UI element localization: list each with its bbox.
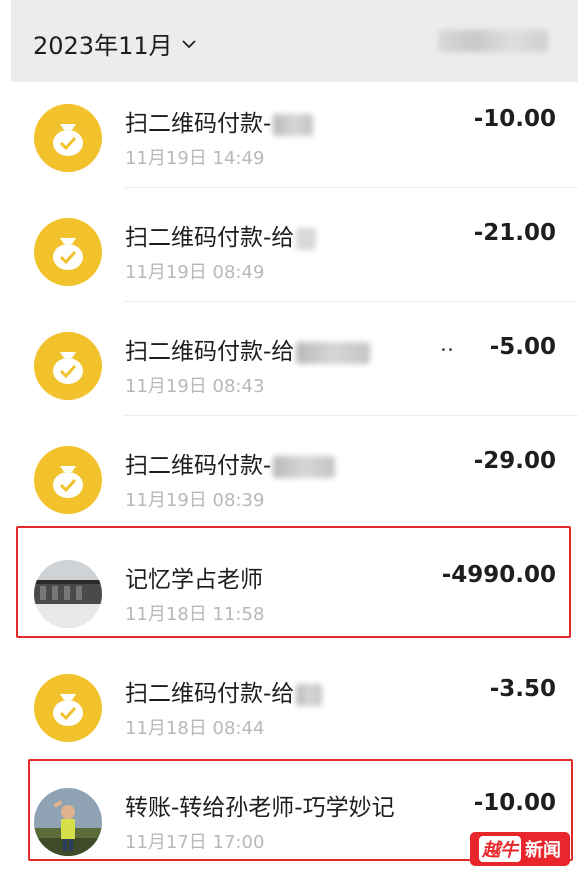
blurred-name bbox=[296, 341, 371, 364]
blurred-name bbox=[273, 455, 336, 478]
transaction-amount: -21.00 bbox=[473, 220, 556, 246]
chevron-down-icon bbox=[181, 39, 196, 48]
transaction-amount: -10.00 bbox=[473, 106, 556, 132]
trailing-dots: .. bbox=[440, 332, 454, 357]
highlight-box bbox=[16, 526, 571, 638]
transaction-title: 扫二维码付款-给 bbox=[125, 674, 323, 708]
transaction-amount: -29.00 bbox=[473, 448, 556, 474]
transaction-time: 11月19日 08:39 bbox=[125, 490, 265, 511]
transaction-time: 11月19日 08:43 bbox=[125, 376, 265, 397]
money-bag-icon bbox=[34, 218, 102, 286]
money-bag-icon bbox=[34, 332, 102, 400]
transaction-time: 11月19日 08:49 bbox=[125, 262, 265, 283]
transaction-row[interactable]: 扫二维码付款-给 11月19日 08:49 -21.00 bbox=[0, 188, 586, 302]
transaction-amount: -5.00 bbox=[489, 334, 556, 360]
transaction-row[interactable]: 扫二维码付款- 11月19日 14:49 -10.00 bbox=[0, 74, 586, 188]
money-bag-icon bbox=[34, 446, 102, 514]
month-label: 2023年11月 bbox=[33, 32, 173, 60]
transaction-amount: -3.50 bbox=[489, 676, 556, 702]
transaction-title: 扫二维码付款- bbox=[125, 446, 336, 480]
blurred-name bbox=[296, 683, 323, 706]
money-bag-icon bbox=[34, 104, 102, 172]
transaction-row[interactable]: 扫二维码付款-给 .. 11月19日 08:43 -5.00 bbox=[0, 302, 586, 416]
blurred-name bbox=[273, 113, 314, 136]
transaction-row[interactable]: 扫二维码付款-给 11月18日 08:44 -3.50 bbox=[0, 644, 586, 758]
watermark-label: 新闻 bbox=[525, 840, 561, 861]
transaction-time: 11月19日 14:49 bbox=[125, 148, 265, 169]
month-selector[interactable]: 2023年11月 bbox=[33, 26, 197, 61]
header-bar: 2023年11月 bbox=[11, 0, 578, 82]
transaction-row[interactable]: 扫二维码付款- 11月19日 08:39 -29.00 bbox=[0, 416, 586, 530]
news-watermark: 越牛 新闻 bbox=[470, 832, 570, 866]
blurred-summary bbox=[438, 30, 548, 52]
blurred-name bbox=[296, 227, 317, 250]
transaction-title: 扫二维码付款- bbox=[125, 104, 314, 138]
transaction-title: 扫二维码付款-给 bbox=[125, 218, 317, 252]
transaction-title: 扫二维码付款-给 bbox=[125, 332, 371, 366]
transaction-time: 11月18日 08:44 bbox=[125, 718, 265, 739]
money-bag-icon bbox=[34, 674, 102, 742]
watermark-logo: 越牛 bbox=[479, 836, 521, 862]
